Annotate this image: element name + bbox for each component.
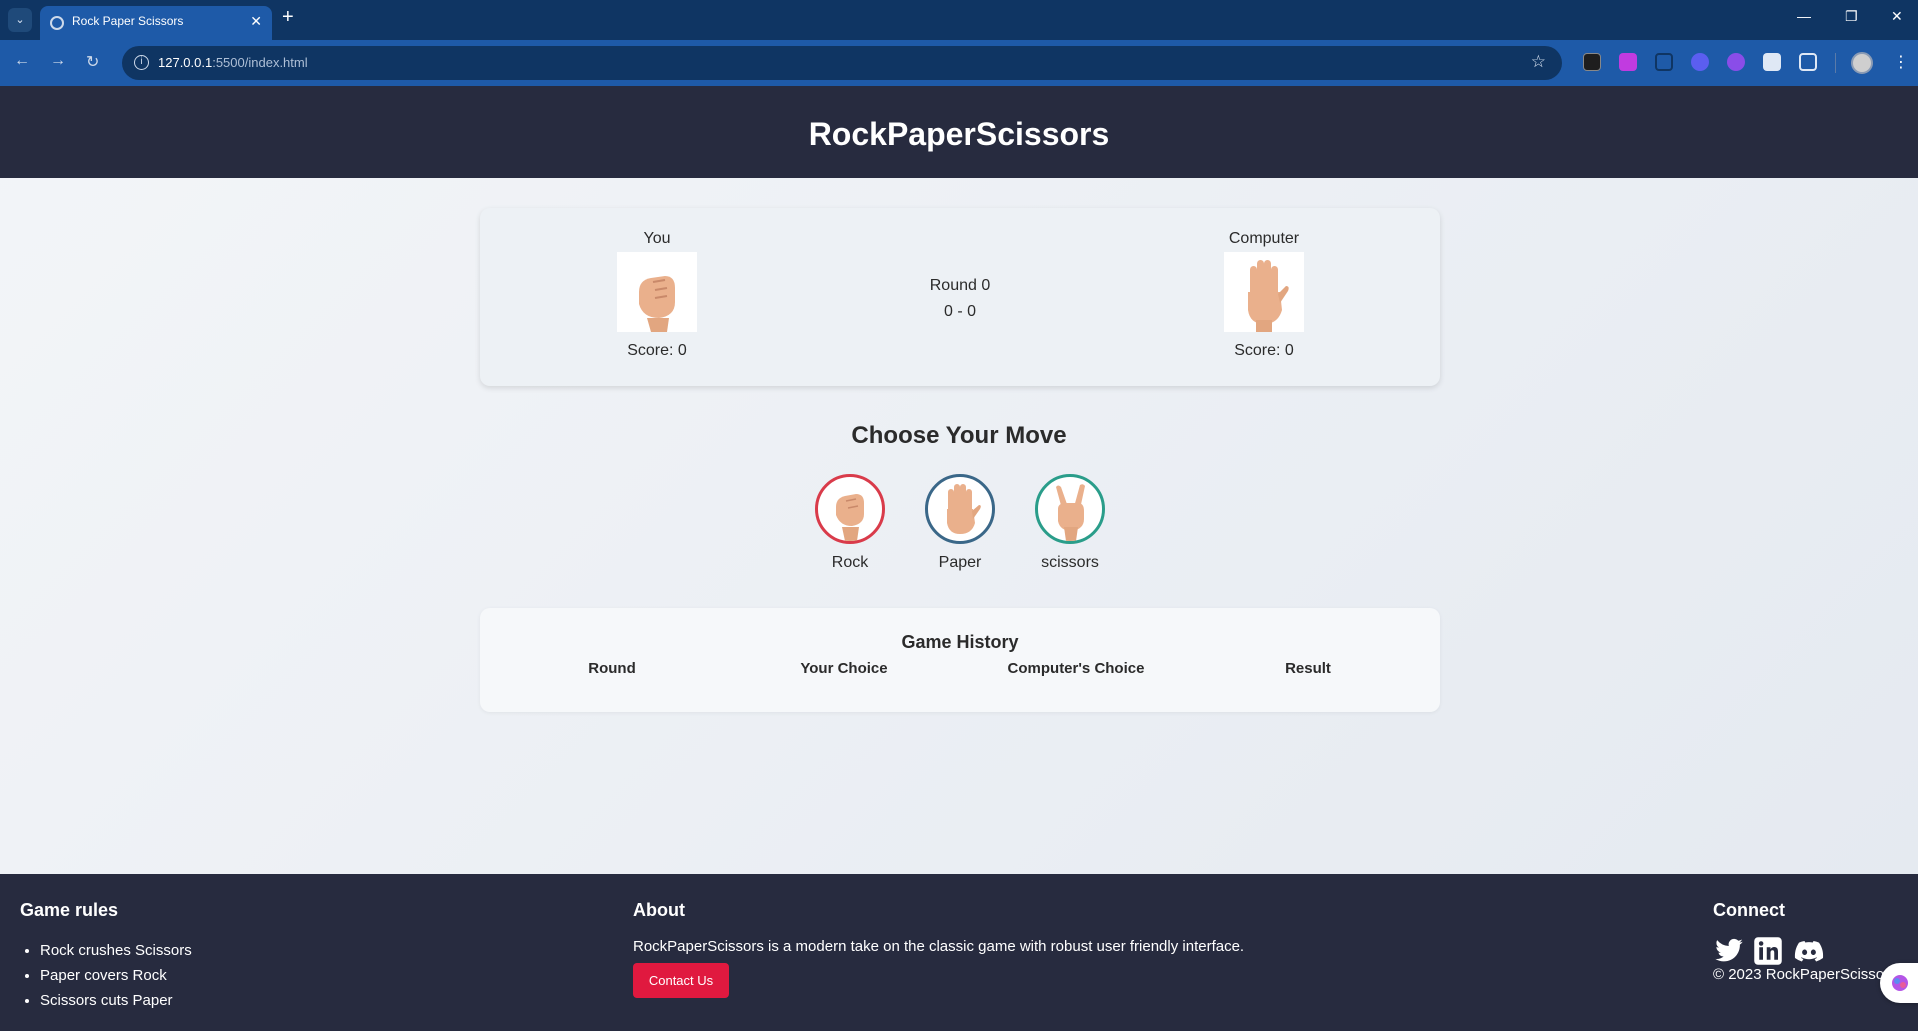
page-content: RockPaperScissors You Score: 0 Round 0 0… [0,86,1918,1031]
history-col-result: Result [1285,660,1331,677]
extension-brain-icon[interactable] [1727,53,1745,71]
computer-score: Score: 0 [1234,342,1294,359]
about-text: RockPaperScissors is a modern take on th… [633,938,1245,955]
forward-icon[interactable]: → [50,52,66,70]
tab-close-icon[interactable]: ✕ [250,13,262,30]
player-score: Score: 0 [627,342,687,359]
round-info: Round 0 0 - 0 [880,273,1040,325]
history-col-your-choice: Your Choice [800,660,888,677]
extensions-puzzle-icon[interactable] [1799,53,1817,71]
scissors-label: scissors [1041,554,1099,571]
rock-hand-icon [836,494,864,541]
scoreboard: You Score: 0 Round 0 0 - 0 Computer Scor… [480,208,1440,386]
rock-circle[interactable] [815,474,885,544]
rules-list: Rock crushes Scissors Paper covers Rock … [40,938,192,1013]
address-bar[interactable]: i 127.0.0.1:5500/index.html ☆ [122,46,1562,80]
rock-hand-icon [639,276,675,332]
extension-gear-icon[interactable] [1691,53,1709,71]
choose-move-title: Choose Your Move [851,422,1067,449]
new-tab-icon[interactable]: + [282,6,294,29]
bookmark-star-icon[interactable]: ☆ [1531,52,1546,72]
history-col-computer-choice: Computer's Choice [1007,660,1145,677]
rules-heading: Game rules [20,900,119,920]
player-label: You [643,230,671,247]
discord-icon[interactable] [1793,936,1825,966]
computer-label: Computer [1228,230,1300,247]
tab-search-icon[interactable]: ⌄ [8,8,32,32]
connect-heading: Connect [1713,900,1785,920]
game-history-title: Game History [901,632,1019,652]
globe-icon [50,16,64,30]
url-host: 127.0.0.1 [158,55,213,70]
player-hand-image [617,252,697,332]
twitter-icon[interactable] [1713,936,1745,966]
reload-icon[interactable]: ↻ [86,52,99,72]
minimize-icon[interactable]: — [1797,8,1811,24]
rock-label: Rock [831,554,869,571]
rock-button[interactable]: Rock [800,474,900,572]
history-col-round: Round [588,660,636,677]
game-history: Game History Round Your Choice Computer'… [480,608,1440,712]
rule-item: Paper covers Rock [40,963,192,988]
tab-title: Rock Paper Scissors [72,14,184,28]
site-info-icon[interactable]: i [134,55,149,70]
paper-hand-icon [1248,260,1289,332]
profile-avatar[interactable] [1851,52,1873,74]
extension-screen-icon[interactable] [1655,53,1673,71]
about-heading: About [633,900,685,920]
restore-icon[interactable]: ❐ [1845,8,1858,25]
round-tally: 0 - 0 [943,303,976,320]
paper-hand-icon [947,484,981,534]
round-number: Round 0 [929,277,991,294]
site-title: RockPaperScissors [808,116,1110,152]
extension-chat-icon[interactable] [1619,53,1637,71]
extension-fx-icon[interactable] [1583,53,1601,71]
rule-item: Scissors cuts Paper [40,988,192,1013]
window-close-icon[interactable]: ✕ [1891,8,1903,25]
paper-circle[interactable] [925,474,995,544]
copyright-text: © 2023 RockPaperScissors [1713,966,1897,983]
site-footer: Game rules Rock crushes Scissors Paper c… [0,874,1918,1031]
computer-panel: Computer Score: 0 [1204,230,1324,360]
linkedin-icon[interactable] [1753,936,1785,966]
contact-us-button[interactable]: Contact Us [633,963,729,998]
paper-button[interactable]: Paper [910,474,1010,572]
toolbar-divider [1835,53,1836,73]
extension-doc-icon[interactable] [1763,53,1781,71]
url-path: :5500/index.html [212,55,308,70]
site-header: RockPaperScissors [0,86,1918,178]
brain-icon [1892,975,1908,991]
browser-menu-icon[interactable]: ⋮ [1893,52,1909,72]
rule-item: Rock crushes Scissors [40,938,192,963]
back-icon[interactable]: ← [14,52,30,70]
scissors-hand-icon [1056,484,1085,541]
browser-tab[interactable]: Rock Paper Scissors ✕ [40,6,272,40]
player-panel: You Score: 0 [597,230,717,360]
scissors-button[interactable]: scissors [1020,474,1120,572]
scissors-circle[interactable] [1035,474,1105,544]
computer-hand-image [1224,252,1304,332]
floating-assistant-button[interactable] [1880,963,1918,1003]
url-text: 127.0.0.1:5500/index.html [158,55,308,70]
paper-label: Paper [938,554,982,571]
browser-tab-strip: ⌄ Rock Paper Scissors ✕ + — ❐ ✕ [0,0,1918,40]
